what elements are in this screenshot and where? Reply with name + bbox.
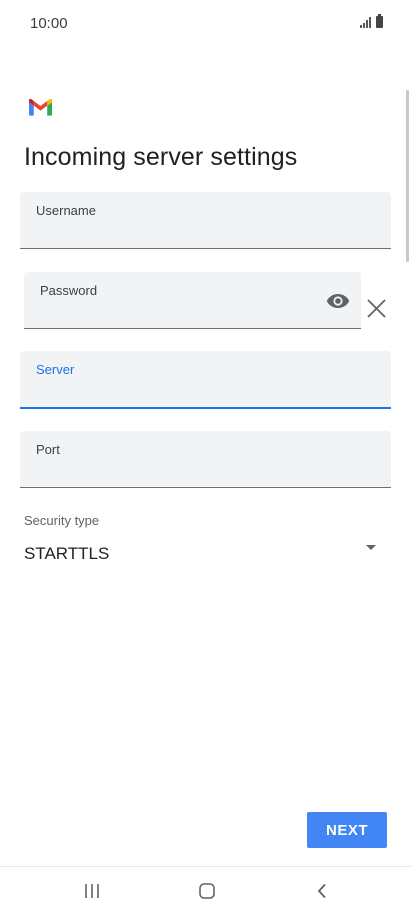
status-bar: 10:00 (0, 0, 411, 46)
status-icons (360, 14, 383, 28)
home-icon (199, 883, 215, 899)
next-button[interactable]: NEXT (307, 812, 387, 848)
back-button[interactable] (292, 867, 352, 914)
signal-icon (360, 17, 371, 28)
security-type-dropdown[interactable]: STARTTLS (24, 540, 384, 568)
security-type-value: STARTTLS (24, 544, 110, 563)
scrollbar[interactable] (406, 90, 409, 262)
username-field[interactable]: Username (20, 192, 391, 249)
password-field[interactable]: Password (24, 272, 361, 329)
recents-button[interactable] (62, 867, 122, 914)
page-title: Incoming server settings (24, 143, 298, 171)
status-time: 10:00 (30, 15, 68, 32)
username-input[interactable] (36, 224, 333, 242)
port-field[interactable]: Port (20, 431, 391, 488)
server-input[interactable] (36, 383, 333, 401)
gmail-logo (29, 98, 52, 116)
server-label: Server (36, 362, 75, 377)
recents-icon (85, 884, 99, 898)
password-input[interactable] (40, 304, 310, 322)
server-field[interactable]: Server (20, 351, 391, 409)
port-label: Port (36, 442, 60, 457)
security-type-label: Security type (24, 513, 100, 528)
eye-icon[interactable] (326, 292, 350, 310)
dropdown-arrow-icon (366, 545, 376, 550)
username-label: Username (36, 203, 96, 218)
clear-icon[interactable] (366, 298, 387, 319)
battery-icon (376, 14, 383, 28)
navigation-bar (0, 866, 411, 914)
back-icon (317, 883, 326, 899)
home-button[interactable] (177, 867, 237, 914)
port-input[interactable] (36, 463, 333, 481)
password-label: Password (40, 283, 98, 298)
